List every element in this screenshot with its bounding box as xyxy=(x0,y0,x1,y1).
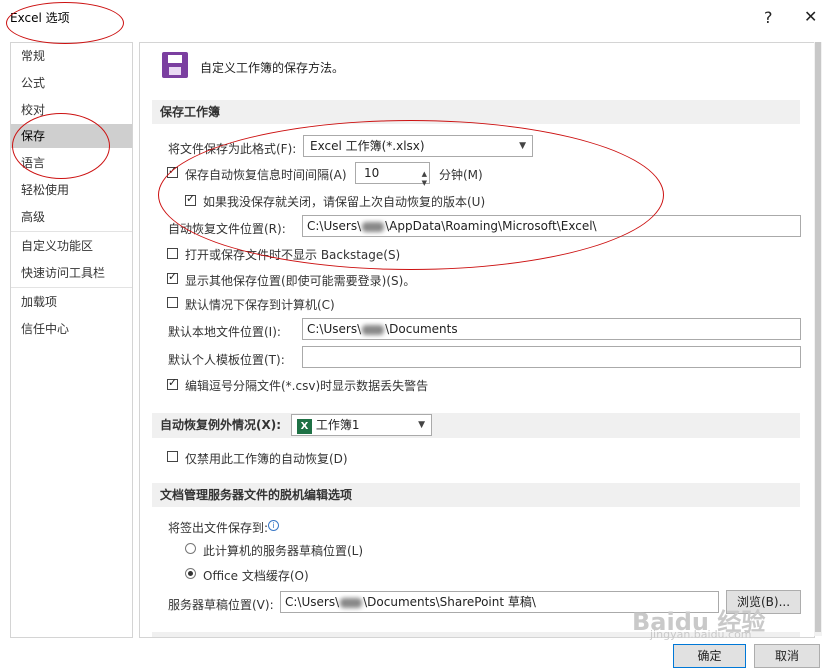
exception-workbook-select[interactable]: X 工作簿1 ▼ xyxy=(291,414,432,436)
server-drafts-location-label: 服务器草稿位置(V): xyxy=(168,598,274,612)
chevron-down-icon: ▼ xyxy=(418,420,425,430)
sidebar-item-save[interactable]: 保存 xyxy=(11,124,132,148)
sidebar-item-proofing[interactable]: 校对 xyxy=(11,98,132,122)
personal-templates-input[interactable] xyxy=(302,346,801,368)
page-heading: 自定义工作簿的保存方法。 xyxy=(200,61,345,75)
excel-icon: X xyxy=(297,419,312,434)
path-prefix: C:\Users\ xyxy=(285,595,340,609)
scrollbar-thumb[interactable] xyxy=(815,42,821,632)
sidebar-item-add-ins[interactable]: 加载项 xyxy=(11,290,132,314)
path-prefix: C:\Users\ xyxy=(307,219,362,233)
save-format-select[interactable]: Excel 工作簿(*.xlsx) ▼ xyxy=(303,135,533,157)
keep-last-version-label: 如果我没保存就关闭，请保留上次自动恢复的版本(U) xyxy=(203,195,486,209)
save-to-computer-checkbox[interactable] xyxy=(167,297,178,308)
sidebar-divider xyxy=(11,231,132,232)
redacted-username xyxy=(362,324,385,335)
close-button[interactable]: ✕ xyxy=(804,7,817,26)
sidebar-item-trust-center[interactable]: 信任中心 xyxy=(11,317,132,341)
sidebar-item-general[interactable]: 常规 xyxy=(11,44,132,68)
save-format-label: 将文件保存为此格式(F): xyxy=(168,142,297,156)
server-drafts-location-input[interactable]: C:\Users\ \Documents\SharePoint 草稿\ xyxy=(280,591,719,613)
sidebar: 常规 公式 校对 保存 语言 轻松使用 高级 自定义功能区 快速访问工具栏 加载… xyxy=(10,42,133,638)
path-suffix: \AppData\Roaming\Microsoft\Excel\ xyxy=(385,219,597,233)
section-save-workbooks: 保存工作簿 xyxy=(152,100,800,124)
save-icon xyxy=(162,52,188,78)
spin-down-icon[interactable]: ▼ xyxy=(422,173,427,193)
checkout-location-label: 将签出文件保存到: xyxy=(168,521,269,535)
disable-autorecover-label: 仅禁用此工作簿的自动恢复(D) xyxy=(185,452,348,466)
section-offline-editing: 文档管理服务器文件的脱机编辑选项 xyxy=(152,483,800,507)
save-to-computer-label: 默认情况下保存到计算机(C) xyxy=(185,298,335,312)
next-section-header xyxy=(152,632,800,637)
personal-templates-label: 默认个人模板位置(T): xyxy=(168,353,285,367)
autorecover-minutes-stepper[interactable]: 10 ▲ ▼ xyxy=(355,162,430,187)
ok-button[interactable]: 确定 xyxy=(673,644,746,668)
keep-last-version-checkbox[interactable] xyxy=(185,192,196,206)
csv-warning-checkbox[interactable] xyxy=(167,376,178,390)
section-autorecover-exceptions: 自动恢复例外情况(X): xyxy=(152,413,800,438)
default-local-location-label: 默认本地文件位置(I): xyxy=(168,325,281,339)
save-format-value: Excel 工作簿(*.xlsx) xyxy=(310,139,425,153)
title-bar: Excel 选项 ? ✕ xyxy=(0,0,823,36)
autorecover-minutes-value: 10 xyxy=(364,166,380,180)
exception-workbook-value: 工作簿1 xyxy=(315,418,360,432)
csv-warning-label: 编辑逗号分隔文件(*.csv)时显示数据丢失警告 xyxy=(185,379,429,393)
redacted-username xyxy=(340,597,363,608)
office-cache-radio[interactable] xyxy=(185,568,196,579)
autorecover-checkbox[interactable] xyxy=(167,164,178,178)
sidebar-item-formulas[interactable]: 公式 xyxy=(11,71,132,95)
show-other-locations-checkbox[interactable] xyxy=(167,270,178,284)
sidebar-divider xyxy=(11,287,132,288)
minutes-label: 分钟(M) xyxy=(439,168,483,182)
disable-autorecover-checkbox[interactable] xyxy=(167,451,178,462)
no-backstage-checkbox[interactable] xyxy=(167,248,178,259)
options-panel: 自定义工作簿的保存方法。 保存工作簿 将文件保存为此格式(F): Excel 工… xyxy=(139,42,815,638)
browse-button[interactable]: 浏览(B)... xyxy=(726,590,801,614)
autorecover-location-label: 自动恢复文件位置(R): xyxy=(168,222,286,236)
sidebar-item-advanced[interactable]: 高级 xyxy=(11,205,132,229)
chevron-down-icon: ▼ xyxy=(519,141,526,151)
office-cache-label: Office 文档缓存(O) xyxy=(203,569,309,583)
server-drafts-radio[interactable] xyxy=(185,543,196,554)
autorecover-exceptions-label: 自动恢复例外情况(X): xyxy=(160,418,282,432)
sidebar-item-accessibility[interactable]: 轻松使用 xyxy=(11,178,132,202)
info-icon[interactable]: i xyxy=(268,520,279,531)
no-backstage-label: 打开或保存文件时不显示 Backstage(S) xyxy=(185,248,401,262)
autorecover-location-input[interactable]: C:\Users\ \AppData\Roaming\Microsoft\Exce… xyxy=(302,215,801,237)
default-local-location-input[interactable]: C:\Users\ \Documents xyxy=(302,318,801,340)
sidebar-item-quick-access-toolbar[interactable]: 快速访问工具栏 xyxy=(11,261,132,285)
sidebar-item-language[interactable]: 语言 xyxy=(11,151,132,175)
autorecover-label: 保存自动恢复信息时间间隔(A) xyxy=(185,168,347,182)
path-suffix: \Documents\SharePoint 草稿\ xyxy=(363,595,536,609)
path-suffix: \Documents xyxy=(385,322,458,336)
window-title: Excel 选项 xyxy=(10,11,70,25)
path-prefix: C:\Users\ xyxy=(307,322,362,336)
redacted-username xyxy=(362,221,385,232)
server-drafts-label: 此计算机的服务器草稿位置(L) xyxy=(203,544,364,558)
sidebar-item-customize-ribbon[interactable]: 自定义功能区 xyxy=(11,234,132,258)
cancel-button[interactable]: 取消 xyxy=(754,644,820,668)
show-other-locations-label: 显示其他保存位置(即使可能需要登录)(S)。 xyxy=(185,274,416,288)
help-button[interactable]: ? xyxy=(764,8,773,27)
